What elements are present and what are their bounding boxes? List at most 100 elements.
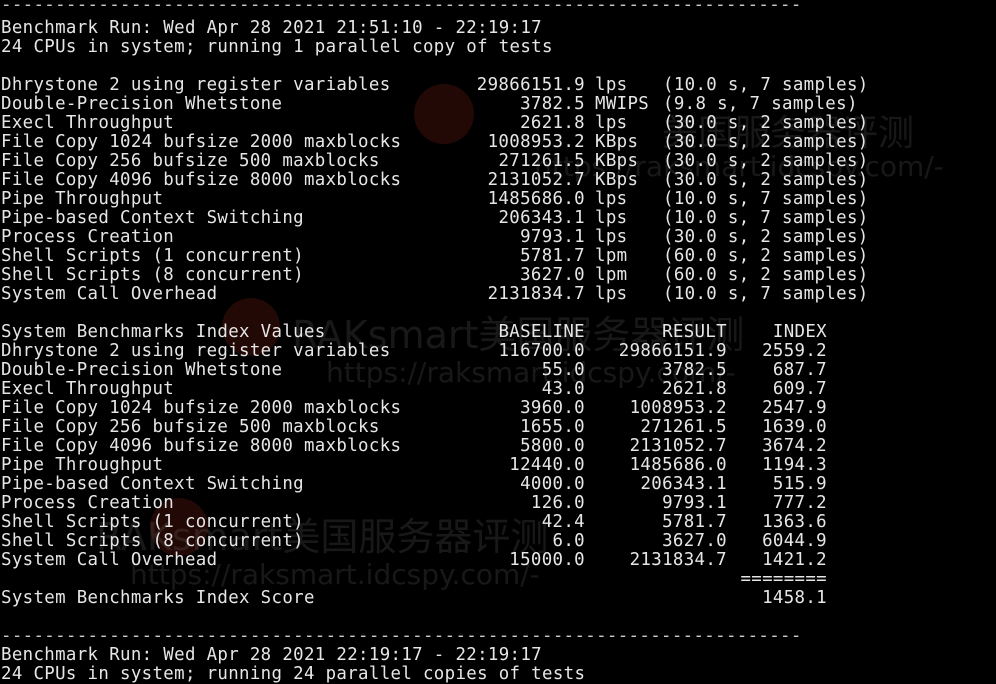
score-separator: ========	[1, 570, 991, 589]
result-detail: (10.0 s, 7 samples)	[663, 208, 869, 228]
result-detail: (10.0 s, 7 samples)	[663, 284, 869, 304]
result-value: 1008953.2	[487, 132, 585, 152]
result-unit: lps	[595, 75, 628, 95]
result-detail: (10.0 s, 7 samples)	[663, 189, 869, 209]
separator-rule: ----------------------------------------…	[1, 626, 802, 646]
index-row: File Copy 1024 bufsize 2000 maxblocks 396…	[1, 399, 991, 418]
index-row-name: Execl Throughput	[1, 379, 175, 399]
index-row-index: 1639.0	[762, 417, 827, 437]
cpu-info-line: 24 CPUs in system; running 1 parallel co…	[1, 37, 553, 57]
benchmark-run-header: Benchmark Run: Wed Apr 28 2021 22:19:17 …	[1, 645, 543, 665]
index-row: Pipe Throughput 12440.0 1485686.0 1194.3	[1, 456, 991, 475]
index-row-index: 2547.9	[762, 398, 827, 418]
column-header-baseline: BASELINE	[498, 322, 585, 342]
index-row-name: Pipe Throughput	[1, 455, 164, 475]
result-detail: (30.0 s, 2 samples)	[663, 227, 869, 247]
result-name: Pipe-based Context Switching	[1, 208, 304, 228]
index-row-index: 777.2	[772, 493, 827, 513]
separator-rule: ----------------------------------------…	[1, 0, 802, 15]
result-name: File Copy 256 bufsize 500 maxblocks	[1, 151, 380, 171]
result-value: 3627.0	[520, 265, 585, 285]
index-row-index: 1421.2	[762, 550, 827, 570]
result-name: Shell Scripts (1 concurrent)	[1, 246, 304, 266]
result-unit: KBps	[595, 132, 639, 152]
index-row: System Call Overhead 15000.0 2131834.7 1421…	[1, 551, 991, 570]
result-detail: (30.0 s, 2 samples)	[663, 151, 869, 171]
index-row-baseline: 6.0	[552, 531, 585, 551]
index-score-line: System Benchmarks Index Score 1458.1	[1, 589, 991, 608]
index-row-result: 206343.1	[640, 474, 727, 494]
result-name: Process Creation	[1, 227, 175, 247]
index-row-result: 2131052.7	[629, 436, 727, 456]
result-unit: lps	[595, 113, 628, 133]
index-row-index: 1194.3	[762, 455, 827, 475]
index-row-baseline: 15000.0	[509, 550, 585, 570]
index-row-result: 1008953.2	[629, 398, 727, 418]
index-row-baseline: 1655.0	[520, 417, 585, 437]
index-row-index: 515.9	[772, 474, 827, 494]
result-value: 2131834.7	[487, 284, 585, 304]
result-unit: lps	[595, 284, 628, 304]
result-row: Process Creation 9793.1 lps (30.0 s, 2 samp…	[1, 228, 991, 247]
index-score-value: 1458.1	[762, 588, 827, 608]
index-row-index: 2559.2	[762, 341, 827, 361]
column-header-result: RESULT	[662, 322, 727, 342]
result-name: Double-Precision Whetstone	[1, 94, 283, 114]
result-value: 3782.5	[520, 94, 585, 114]
index-row-name: File Copy 4096 bufsize 8000 maxblocks	[1, 436, 402, 456]
index-row-baseline: 12440.0	[509, 455, 585, 475]
result-unit: lpm	[595, 265, 628, 285]
result-name: Execl Throughput	[1, 113, 175, 133]
index-row-result: 5781.7	[662, 512, 727, 532]
result-row: Double-Precision Whetstone 3782.5 MWIPS (9.…	[1, 95, 991, 114]
result-unit: lps	[595, 208, 628, 228]
column-header-index: INDEX	[772, 322, 827, 342]
index-row-baseline: 5800.0	[520, 436, 585, 456]
index-row-name: Shell Scripts (1 concurrent)	[1, 512, 304, 532]
result-unit: KBps	[595, 170, 639, 190]
result-row: File Copy 256 bufsize 500 maxblocks 27126…	[1, 152, 991, 171]
result-detail: (60.0 s, 2 samples)	[663, 246, 869, 266]
index-row-index: 6044.9	[762, 531, 827, 551]
result-row: Execl Throughput 2621.8 lps (30.0 s, 2 samp…	[1, 114, 991, 133]
index-row: Shell Scripts (8 concurrent) 6.0 3627.0 604…	[1, 532, 991, 551]
result-name: Pipe Throughput	[1, 189, 164, 209]
index-row-baseline: 55.0	[541, 360, 585, 380]
index-row-result: 29866151.9	[618, 341, 727, 361]
index-row: File Copy 256 bufsize 500 maxblocks 1655.…	[1, 418, 991, 437]
index-row-name: Shell Scripts (8 concurrent)	[1, 531, 304, 551]
index-table-header: System Benchmarks Index Values BASELINE …	[1, 323, 991, 342]
result-row: File Copy 4096 bufsize 8000 maxblocks 213…	[1, 171, 991, 190]
result-unit: lps	[595, 189, 628, 209]
terminal-window[interactable]: 美国服务器评测 https://raksmart.idcspy.com/- RA…	[0, 0, 996, 684]
cpu-info-line: 24 CPUs in system; running 24 parallel c…	[1, 664, 586, 684]
index-table-title: System Benchmarks Index Values	[1, 322, 326, 342]
index-row-result: 3782.5	[662, 360, 727, 380]
index-score-label: System Benchmarks Index Score	[1, 588, 315, 608]
result-unit: lpm	[595, 246, 628, 266]
index-row-index: 1363.6	[762, 512, 827, 532]
result-value: 29866151.9	[476, 75, 585, 95]
index-row-baseline: 3960.0	[520, 398, 585, 418]
index-row: Process Creation 126.0 9793.1 777.2	[1, 494, 991, 513]
result-unit: lps	[595, 227, 628, 247]
result-name: System Call Overhead	[1, 284, 218, 304]
index-row-baseline: 116700.0	[498, 341, 585, 361]
index-row: Double-Precision Whetstone 55.0 3782.5 687.…	[1, 361, 991, 380]
index-row-name: Dhrystone 2 using register variables	[1, 341, 391, 361]
index-row-result: 9793.1	[662, 493, 727, 513]
result-unit: MWIPS	[595, 94, 650, 114]
index-row-result: 3627.0	[662, 531, 727, 551]
index-row-index: 687.7	[772, 360, 827, 380]
result-detail: (30.0 s, 2 samples)	[663, 170, 869, 190]
score-separator-rule: ========	[740, 569, 827, 589]
result-value: 5781.7	[520, 246, 585, 266]
index-row-result: 2131834.7	[629, 550, 727, 570]
result-row: Shell Scripts (8 concurrent) 3627.0 lpm (60…	[1, 266, 991, 285]
result-unit: KBps	[595, 151, 639, 171]
result-value: 9793.1	[520, 227, 585, 247]
result-row: Shell Scripts (1 concurrent) 5781.7 lpm (60…	[1, 247, 991, 266]
result-name: Shell Scripts (8 concurrent)	[1, 265, 304, 285]
index-row-name: System Call Overhead	[1, 550, 218, 570]
index-row-name: Process Creation	[1, 493, 175, 513]
